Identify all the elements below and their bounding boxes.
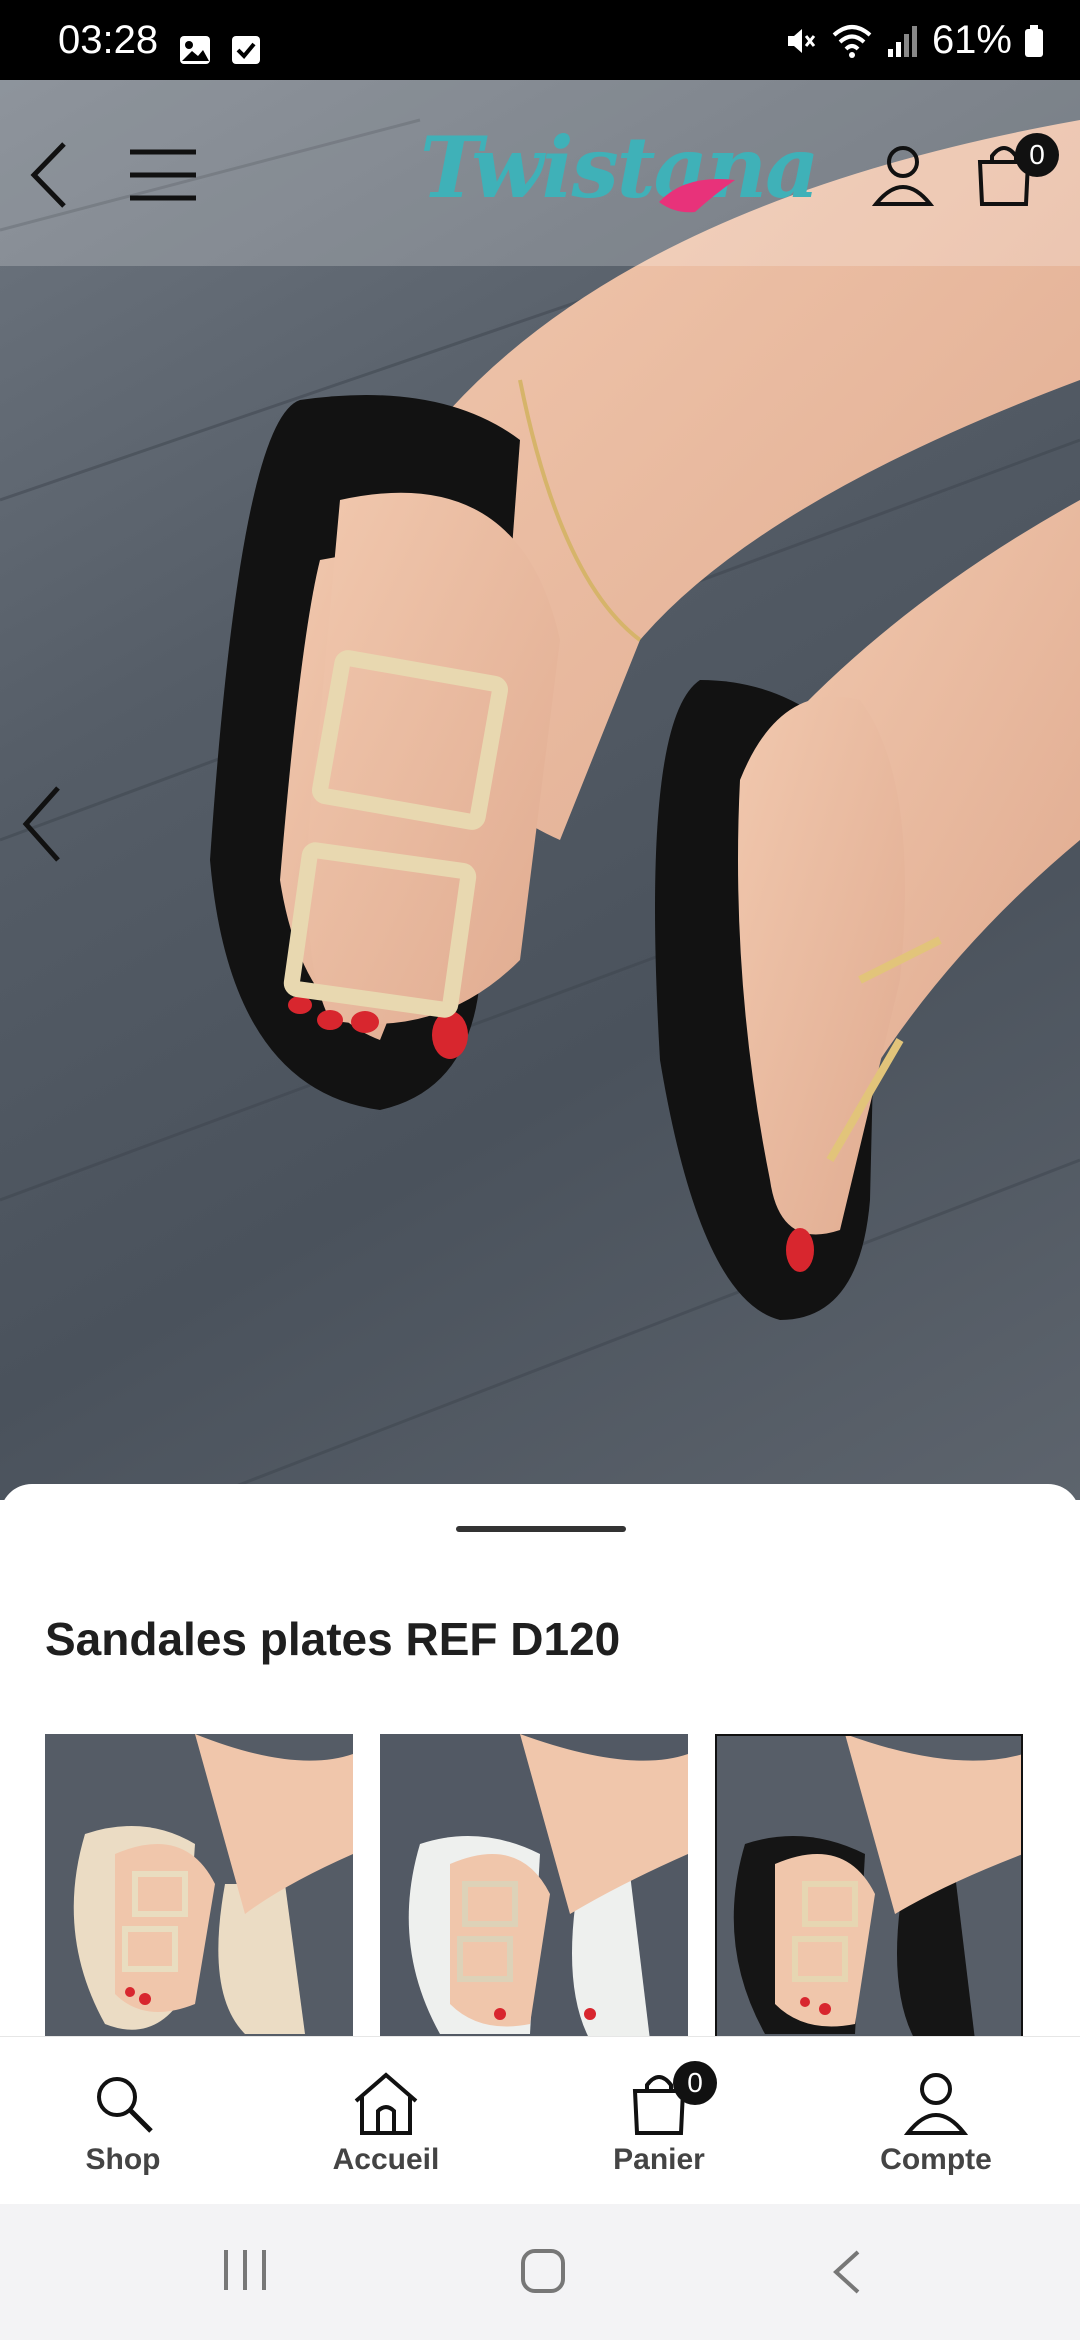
cart-count-badge: 0: [1015, 133, 1059, 177]
menu-icon[interactable]: [128, 148, 198, 207]
account-icon[interactable]: [871, 144, 935, 211]
nav-label-shop: Shop: [85, 2143, 161, 2176]
battery-icon: [1024, 24, 1044, 58]
search-icon: [97, 2077, 153, 2133]
home-icon: [354, 2072, 418, 2135]
home-circle-icon[interactable]: [520, 2248, 566, 2299]
nav-label-accueil: Accueil: [332, 2143, 440, 2176]
mute-icon: [782, 23, 818, 59]
logo-lips-icon: [655, 172, 739, 221]
status-time: 03:28: [58, 18, 159, 62]
product-hero-image[interactable]: [0, 80, 1080, 1500]
panier-count-badge: 0: [673, 2061, 717, 2105]
back-arrow-icon[interactable]: [28, 140, 72, 215]
status-bar: 03:28 61%: [0, 0, 1080, 80]
previous-image-icon[interactable]: [18, 784, 66, 869]
product-thumbnail-black[interactable]: [715, 1734, 1023, 2040]
product-thumbnail-beige[interactable]: [45, 1734, 353, 2040]
check-box-icon: [230, 34, 262, 71]
bottom-nav: Shop Accueil Panier 0 Compte: [0, 2036, 1080, 2204]
product-thumbnail-white[interactable]: [380, 1734, 688, 2040]
nav-compte[interactable]: Compte: [826, 2071, 1046, 2177]
product-photo: [0, 118, 1080, 1500]
nav-label-compte: Compte: [880, 2143, 992, 2176]
product-title: Sandales plates REF D120: [45, 1613, 621, 1665]
image-icon: [178, 34, 212, 71]
recent-apps-icon[interactable]: [220, 2248, 270, 2297]
wifi-icon: [830, 23, 874, 59]
brand-logo[interactable]: Twistana: [420, 118, 820, 217]
sheet-drag-handle[interactable]: [456, 1526, 626, 1532]
nav-label-panier: Panier: [613, 2143, 705, 2176]
signal-icon: [886, 23, 920, 59]
system-nav-bar: [0, 2204, 1080, 2340]
nav-accueil[interactable]: Accueil: [276, 2071, 496, 2177]
product-sheet: Sandales plates REF D120: [0, 1484, 1080, 2040]
system-back-icon[interactable]: [830, 2248, 864, 2301]
battery-percent: 61%: [931, 18, 1012, 62]
nav-panier[interactable]: Panier: [549, 2071, 769, 2177]
nav-shop[interactable]: Shop: [13, 2071, 233, 2177]
account-icon: [904, 2073, 968, 2135]
